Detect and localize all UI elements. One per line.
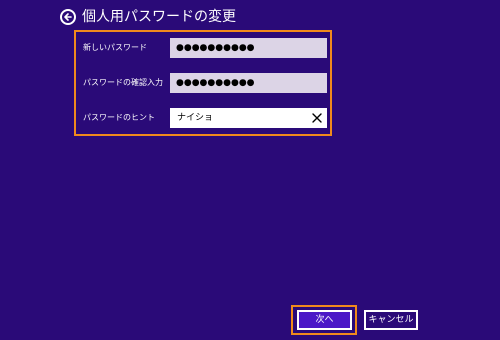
cancel-button[interactable]: キャンセル: [364, 310, 418, 330]
confirm-password-label: パスワードの確認入力: [83, 78, 163, 87]
new-password-label: 新しいパスワード: [83, 43, 147, 52]
back-arrow-icon: [64, 13, 72, 21]
password-form-highlight: 新しいパスワード ●●●●●●●●●● パスワードの確認入力 ●●●●●●●●●…: [74, 30, 332, 136]
password-hint-label: パスワードのヒント: [83, 113, 155, 122]
page-title: 個人用パスワードの変更: [82, 9, 236, 25]
back-button[interactable]: [60, 9, 76, 25]
password-hint-field[interactable]: ナイショ: [170, 108, 327, 128]
new-password-field[interactable]: ●●●●●●●●●●: [170, 38, 327, 58]
new-password-row: 新しいパスワード ●●●●●●●●●●: [76, 38, 330, 58]
clear-icon[interactable]: [312, 113, 322, 123]
confirm-password-field[interactable]: ●●●●●●●●●●: [170, 73, 327, 93]
password-hint-value: ナイショ: [177, 113, 214, 123]
confirm-password-row: パスワードの確認入力 ●●●●●●●●●●: [76, 73, 330, 93]
next-button[interactable]: 次へ: [297, 310, 352, 330]
password-hint-row: パスワードのヒント ナイショ: [76, 108, 330, 128]
